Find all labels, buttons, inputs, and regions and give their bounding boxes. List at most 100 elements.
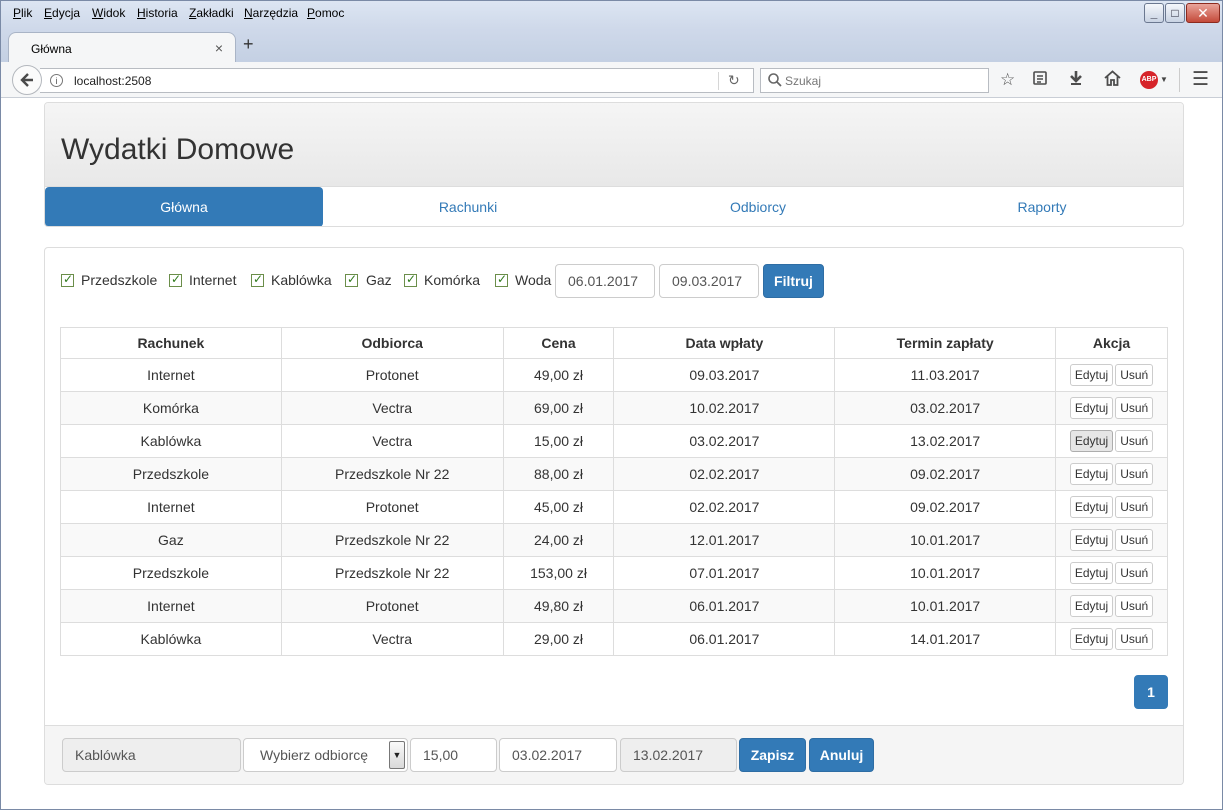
cell-actions: Edytuj Usuń xyxy=(1055,523,1168,557)
delete-button[interactable]: Usuń xyxy=(1115,463,1154,485)
cell-due-date: 09.02.2017 xyxy=(834,490,1057,524)
delete-button[interactable]: Usuń xyxy=(1115,562,1154,584)
cancel-button[interactable]: Anuluj xyxy=(809,738,874,772)
checkbox-woda[interactable] xyxy=(495,272,508,287)
nav-tab-odbiorcy[interactable]: Odbiorcy xyxy=(619,187,897,226)
menu-item-historia[interactable]: Historia xyxy=(137,6,178,20)
cell-recipient: Vectra xyxy=(280,391,504,425)
cell-recipient: Przedszkole Nr 22 xyxy=(280,457,504,491)
tab-title: Główna xyxy=(31,42,72,56)
tab-close-icon[interactable]: × xyxy=(215,40,223,56)
url-bar[interactable]: i localhost:2508 ↻ xyxy=(40,68,754,93)
recipient-select[interactable]: Wybierz odbiorcę ▼ xyxy=(243,738,408,772)
close-icon: ✕ xyxy=(1197,4,1209,21)
edit-button[interactable]: Edytuj xyxy=(1069,496,1114,518)
cell-price: 45,00 zł xyxy=(502,490,615,524)
browser-tab-glowna[interactable]: Główna × xyxy=(8,32,236,63)
back-button[interactable] xyxy=(12,65,42,95)
cell-payment-date: 09.03.2017 xyxy=(613,358,836,392)
checkbox-przedszkole[interactable] xyxy=(61,272,74,287)
checkbox-komorka[interactable] xyxy=(404,272,417,287)
cell-price: 88,00 zł xyxy=(502,457,615,491)
cell-due-date: 14.01.2017 xyxy=(834,622,1057,656)
edit-button[interactable]: Edytuj xyxy=(1069,463,1114,485)
edit-button[interactable]: Edytuj xyxy=(1069,430,1114,452)
close-window-button[interactable]: ✕ xyxy=(1186,3,1220,23)
site-info-icon[interactable]: i xyxy=(50,74,63,87)
delete-button[interactable]: Usuń xyxy=(1115,397,1154,419)
cell-bill: Przedszkole xyxy=(60,556,282,590)
edit-button[interactable]: Edytuj xyxy=(1069,595,1114,617)
reading-list-icon[interactable] xyxy=(1032,70,1048,91)
adblock-icon[interactable]: ABP xyxy=(1140,71,1158,89)
cell-price: 29,00 zł xyxy=(502,622,615,656)
pagination-page-1[interactable]: 1 xyxy=(1134,675,1168,709)
cell-actions: Edytuj Usuń xyxy=(1055,589,1168,623)
bookmark-star-icon[interactable]: ☆ xyxy=(1000,70,1015,90)
minimize-button[interactable]: _ xyxy=(1144,3,1164,23)
menu-item-narzedzia[interactable]: Narzędzia xyxy=(244,6,298,20)
reload-icon[interactable]: ↻ xyxy=(728,72,740,89)
column-header-rachunek[interactable]: Rachunek xyxy=(60,327,282,359)
cell-due-date: 09.02.2017 xyxy=(834,457,1057,491)
checkbox-internet[interactable] xyxy=(169,272,182,287)
nav-tab-rachunki[interactable]: Rachunki xyxy=(330,187,606,226)
payment-date-field[interactable]: 03.02.2017 xyxy=(499,738,617,772)
checkbox-gaz[interactable] xyxy=(345,272,358,287)
checkbox-kablowka[interactable] xyxy=(251,272,264,287)
delete-button[interactable]: Usuń xyxy=(1115,430,1154,452)
cell-payment-date: 02.02.2017 xyxy=(613,490,836,524)
adblock-menu-icon[interactable]: ▼ xyxy=(1160,75,1168,84)
cell-bill: Kablówka xyxy=(60,424,282,458)
table-row: Internet Protonet 45,00 zł 02.02.2017 09… xyxy=(60,490,1168,524)
delete-button[interactable]: Usuń xyxy=(1115,496,1154,518)
edit-button[interactable]: Edytuj xyxy=(1069,562,1114,584)
menu-item-edycja[interactable]: Edycja xyxy=(44,6,80,20)
main-panel: Przedszkole Internet Kablówka Gaz Komórk… xyxy=(44,247,1184,785)
home-icon[interactable] xyxy=(1104,70,1121,91)
filter-button[interactable]: Filtruj xyxy=(763,264,824,298)
chevron-down-icon[interactable]: ▼ xyxy=(389,741,405,769)
save-button[interactable]: Zapisz xyxy=(739,738,806,772)
checkbox-label-gaz: Gaz xyxy=(366,272,392,288)
cell-actions: Edytuj Usuń xyxy=(1055,391,1168,425)
table-row: Internet Protonet 49,80 zł 06.01.2017 10… xyxy=(60,589,1168,623)
nav-tab-glowna[interactable]: Główna xyxy=(45,187,323,226)
new-tab-button[interactable]: + xyxy=(243,34,254,55)
table-row: Kablówka Vectra 29,00 zł 06.01.2017 14.0… xyxy=(60,622,1168,656)
menu-item-zakladki[interactable]: Zakładki xyxy=(189,6,234,20)
hamburger-menu-icon[interactable]: ☰ xyxy=(1192,68,1209,91)
price-field[interactable]: 15,00 xyxy=(410,738,497,772)
date-to-input[interactable]: 09.03.2017 xyxy=(659,264,759,298)
edit-button[interactable]: Edytuj xyxy=(1069,364,1114,386)
delete-button[interactable]: Usuń xyxy=(1115,595,1154,617)
search-bar[interactable]: Szukaj xyxy=(760,68,989,93)
checkbox-label-przedszkole: Przedszkole xyxy=(81,272,158,288)
table-row: Przedszkole Przedszkole Nr 22 153,00 zł … xyxy=(60,556,1168,590)
menu-item-plik[interactable]: Plik xyxy=(13,6,32,20)
cell-actions: Edytuj Usuń xyxy=(1055,622,1168,656)
date-from-input[interactable]: 06.01.2017 xyxy=(555,264,655,298)
column-header-odbiorca[interactable]: Odbiorca xyxy=(280,327,504,359)
menu-item-widok[interactable]: Widok xyxy=(92,6,125,20)
download-icon[interactable] xyxy=(1068,70,1084,91)
cell-due-date: 10.01.2017 xyxy=(834,556,1057,590)
delete-button[interactable]: Usuń xyxy=(1115,529,1154,551)
cell-actions: Edytuj Usuń xyxy=(1055,358,1168,392)
edit-button[interactable]: Edytuj xyxy=(1069,397,1114,419)
edit-button[interactable]: Edytuj xyxy=(1069,628,1114,650)
column-header-data-wplaty[interactable]: Data wpłaty xyxy=(613,327,836,359)
delete-button[interactable]: Usuń xyxy=(1115,628,1154,650)
maximize-button[interactable]: □ xyxy=(1165,3,1185,23)
column-header-cena[interactable]: Cena xyxy=(502,327,615,359)
nav-tab-raporty[interactable]: Raporty xyxy=(905,187,1179,226)
edit-button[interactable]: Edytuj xyxy=(1069,529,1114,551)
menu-item-pomoc[interactable]: Pomoc xyxy=(307,6,344,20)
cell-price: 49,80 zł xyxy=(502,589,615,623)
table-header-row: Rachunek Odbiorca Cena Data wpłaty Termi… xyxy=(60,327,1168,359)
column-header-akcja: Akcja xyxy=(1055,327,1168,359)
column-header-termin-zaplaty[interactable]: Termin zapłaty xyxy=(834,327,1057,359)
cell-due-date: 03.02.2017 xyxy=(834,391,1057,425)
delete-button[interactable]: Usuń xyxy=(1115,364,1154,386)
table-row: Gaz Przedszkole Nr 22 24,00 zł 12.01.201… xyxy=(60,523,1168,557)
